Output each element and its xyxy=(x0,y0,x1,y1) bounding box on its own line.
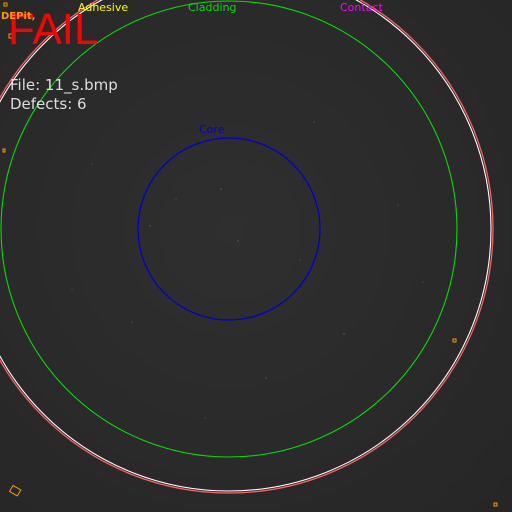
defect-marker-2[interactable] xyxy=(2,148,6,153)
defect-count-text: Defects: 6 xyxy=(10,95,87,113)
contact-zone-label: Contact xyxy=(340,1,383,14)
core-zone-label: Core xyxy=(199,123,225,136)
defect-type-tag: DEPit, xyxy=(1,11,35,22)
defect-marker-6[interactable] xyxy=(493,502,498,507)
inspection-overlay: Adhesive Cladding Contact Core FAIL DEPi… xyxy=(0,0,498,507)
cladding-zone-ring xyxy=(0,0,458,458)
core-zone-ring xyxy=(137,137,321,321)
endface-speckles xyxy=(71,121,424,419)
contact-zone-ring-outer xyxy=(0,0,494,494)
defect-marker-4[interactable] xyxy=(8,484,22,497)
defect-marker-5[interactable] xyxy=(3,2,8,7)
contact-zone-ring-inner xyxy=(0,0,492,492)
cladding-zone-label: Cladding xyxy=(188,1,236,14)
file-name-text: File: 11_s.bmp xyxy=(10,76,118,95)
defect-marker-3[interactable] xyxy=(452,338,457,343)
fiber-endface-viewer: Adhesive Cladding Contact Core FAIL DEPi… xyxy=(0,0,512,512)
